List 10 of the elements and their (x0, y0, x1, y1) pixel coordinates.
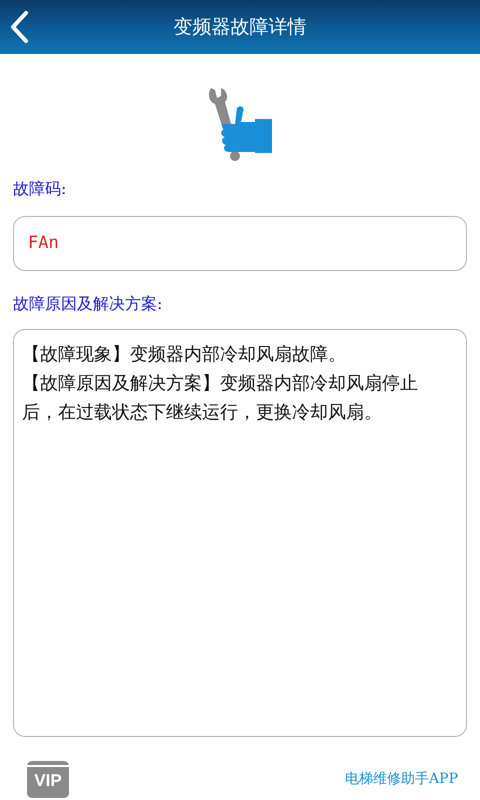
back-icon[interactable] (8, 10, 30, 44)
app-name: 电梯维修助手APP (345, 770, 458, 789)
fault-code-field: FAn (13, 216, 467, 271)
wrench-hand-icon (207, 86, 273, 162)
solution-label: 故障原因及解决方案: (13, 293, 164, 315)
fault-code-label: 故障码: (13, 178, 68, 200)
solution-paragraph: 【故障原因及解决方案】变频器内部冷却风扇停止后，在过载状态下继续运行，更换冷却风扇。 (22, 372, 419, 425)
vip-badge[interactable]: VIP (27, 761, 69, 798)
page-title: 变频器故障详情 (174, 14, 306, 40)
solution-paragraph: 【故障现象】变频器内部冷却风扇故障。 (22, 343, 347, 367)
